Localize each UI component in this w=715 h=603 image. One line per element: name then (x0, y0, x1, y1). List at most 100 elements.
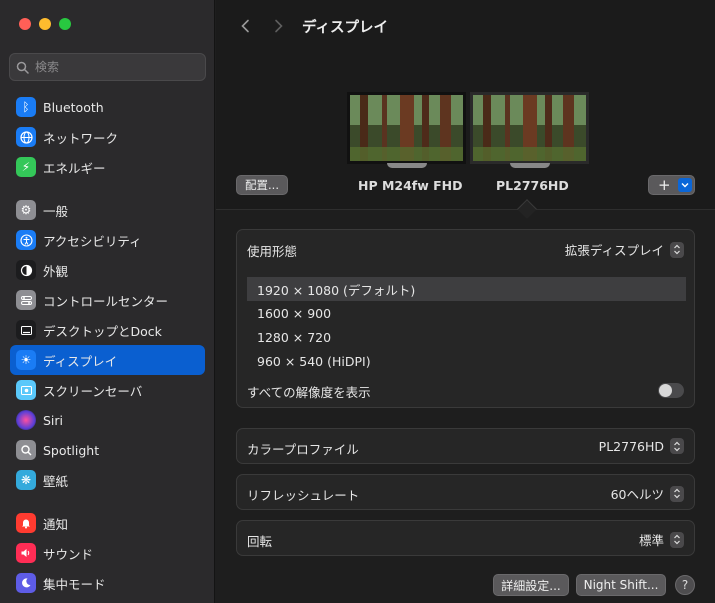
sidebar: ᛒ Bluetooth ネットワーク ⚡ エネルギー ⚙ 一般 アクセシビリティ (0, 0, 215, 603)
resolution-option[interactable]: 1280 × 720 (247, 325, 686, 349)
sidebar-item-wallpaper[interactable]: ❋ 壁紙 (10, 465, 205, 495)
forward-button[interactable] (268, 15, 290, 37)
display-stand (510, 163, 550, 168)
updown-icon (670, 531, 684, 548)
wallpaper-icon: ❋ (16, 470, 36, 490)
sidebar-item-label: ディスプレイ (43, 353, 118, 369)
sidebar-item-focus[interactable]: 集中モード (10, 568, 205, 598)
display-name-hp: HP M24fw FHD (358, 178, 463, 193)
chevron-down-icon[interactable] (678, 178, 692, 192)
sidebar-item-spotlight[interactable]: Spotlight (10, 435, 205, 465)
sun-icon: ☀ (16, 350, 36, 370)
dock-icon (16, 320, 36, 340)
advanced-settings-button[interactable]: 詳細設定... (493, 574, 569, 596)
sidebar-item-label: 通知 (43, 516, 69, 532)
display-name-pl2776hd: PL2776HD (496, 178, 569, 193)
window-controls (19, 18, 71, 30)
sidebar-item-label: Bluetooth (43, 99, 104, 115)
toolbar: ディスプレイ (216, 0, 715, 52)
color-profile-select[interactable]: PL2776HD (599, 438, 684, 454)
refresh-rate-value: 60ヘルツ (610, 487, 664, 502)
close-button[interactable] (19, 18, 31, 30)
forest-wallpaper-image (473, 95, 586, 161)
sidebar-item-label: スクリーンセーバ (43, 383, 143, 399)
sidebar-item-bluetooth[interactable]: ᛒ Bluetooth (10, 92, 205, 122)
updown-icon (670, 485, 684, 502)
chevron-right-icon (275, 19, 283, 33)
usage-select[interactable]: 拡張ディスプレイ (565, 240, 684, 259)
sidebar-item-accessibility[interactable]: アクセシビリティ (10, 225, 205, 255)
night-shift-button[interactable]: Night Shift... (576, 574, 666, 596)
plus-icon: + (658, 176, 671, 194)
usage-label: 使用形態 (247, 244, 298, 259)
zoom-button[interactable] (59, 18, 71, 30)
spotlight-icon (16, 440, 36, 460)
display-stand (387, 163, 427, 168)
sidebar-item-appearance[interactable]: 外観 (10, 255, 205, 285)
back-button[interactable] (234, 15, 256, 37)
accessibility-icon (16, 230, 36, 250)
gear-icon: ⚙ (16, 200, 36, 220)
usage-panel: 使用形態 拡張ディスプレイ 1920 × 1080 (デフォルト) 1600 ×… (236, 229, 695, 408)
bluetooth-icon: ᛒ (16, 97, 36, 117)
sidebar-item-label: 一般 (43, 203, 69, 219)
sidebar-item-screensaver[interactable]: スクリーンセーバ (10, 375, 205, 405)
sidebar-item-desktop-dock[interactable]: デスクトップとDock (10, 315, 205, 345)
sidebar-item-label: エネルギー (43, 160, 106, 176)
sidebar-item-label: Siri (43, 412, 64, 428)
sidebar-item-network[interactable]: ネットワーク (10, 122, 205, 152)
refresh-rate-row: リフレッシュレート 60ヘルツ (236, 474, 695, 510)
refresh-rate-select[interactable]: 60ヘルツ (611, 484, 684, 503)
color-profile-value: PL2776HD (598, 438, 664, 454)
display-thumbnail-pl2776hd[interactable] (470, 92, 589, 164)
rotation-select[interactable]: 標準 (639, 530, 684, 549)
resolution-option[interactable]: 1600 × 900 (247, 301, 686, 325)
usage-value: 拡張ディスプレイ (564, 243, 664, 258)
resolution-option[interactable]: 1920 × 1080 (デフォルト) (247, 277, 686, 301)
search-icon (16, 61, 29, 74)
bell-icon (16, 513, 36, 533)
appearance-icon (16, 260, 36, 280)
screensaver-icon (16, 380, 36, 400)
sidebar-item-label: 外観 (43, 263, 69, 279)
sidebar-item-label: サウンド (43, 546, 94, 562)
sidebar-item-label: 集中モード (43, 576, 106, 592)
color-profile-label: カラープロファイル (247, 442, 359, 457)
speaker-icon (16, 543, 36, 563)
toggle-knob (659, 384, 672, 397)
sidebar-item-energy[interactable]: ⚡ エネルギー (10, 152, 205, 182)
help-button[interactable]: ? (675, 575, 695, 595)
sidebar-item-sound[interactable]: サウンド (10, 538, 205, 568)
resolution-option[interactable]: 960 × 540 (HiDPI) (247, 349, 686, 373)
control-center-icon (16, 290, 36, 310)
sidebar-item-label: コントロールセンター (43, 293, 169, 309)
siri-icon (16, 410, 36, 430)
sidebar-item-label: Spotlight (43, 442, 100, 458)
globe-icon (16, 127, 36, 147)
search-input[interactable] (35, 60, 195, 74)
rotation-value: 標準 (638, 533, 664, 548)
moon-icon (16, 573, 36, 593)
minimize-button[interactable] (39, 18, 51, 30)
show-all-resolutions-toggle[interactable] (658, 383, 684, 398)
sidebar-item-control-center[interactable]: コントロールセンター (10, 285, 205, 315)
sidebar-item-siri[interactable]: Siri (10, 405, 205, 435)
sidebar-item-label: アクセシビリティ (43, 233, 142, 249)
forest-wallpaper-image (350, 95, 463, 161)
updown-icon (670, 241, 684, 258)
display-thumbnail-hp[interactable] (347, 92, 466, 164)
add-display-button[interactable]: + (648, 175, 695, 195)
sidebar-item-label: 壁紙 (43, 473, 69, 489)
sidebar-item-displays[interactable]: ☀ ディスプレイ (10, 345, 205, 375)
chevron-left-icon (241, 19, 249, 33)
sidebar-item-general[interactable]: ⚙ 一般 (10, 195, 205, 225)
search-field[interactable] (9, 53, 206, 81)
rotation-row: 回転 標準 (236, 520, 695, 556)
sidebar-item-label: デスクトップとDock (43, 323, 162, 339)
show-all-resolutions-label: すべての解像度を表示 (247, 385, 371, 400)
refresh-rate-label: リフレッシュレート (247, 488, 360, 503)
rotation-label: 回転 (247, 534, 273, 549)
sidebar-item-notifications[interactable]: 通知 (10, 508, 205, 538)
updown-icon (670, 438, 684, 454)
arrange-button[interactable]: 配置... (236, 175, 288, 195)
